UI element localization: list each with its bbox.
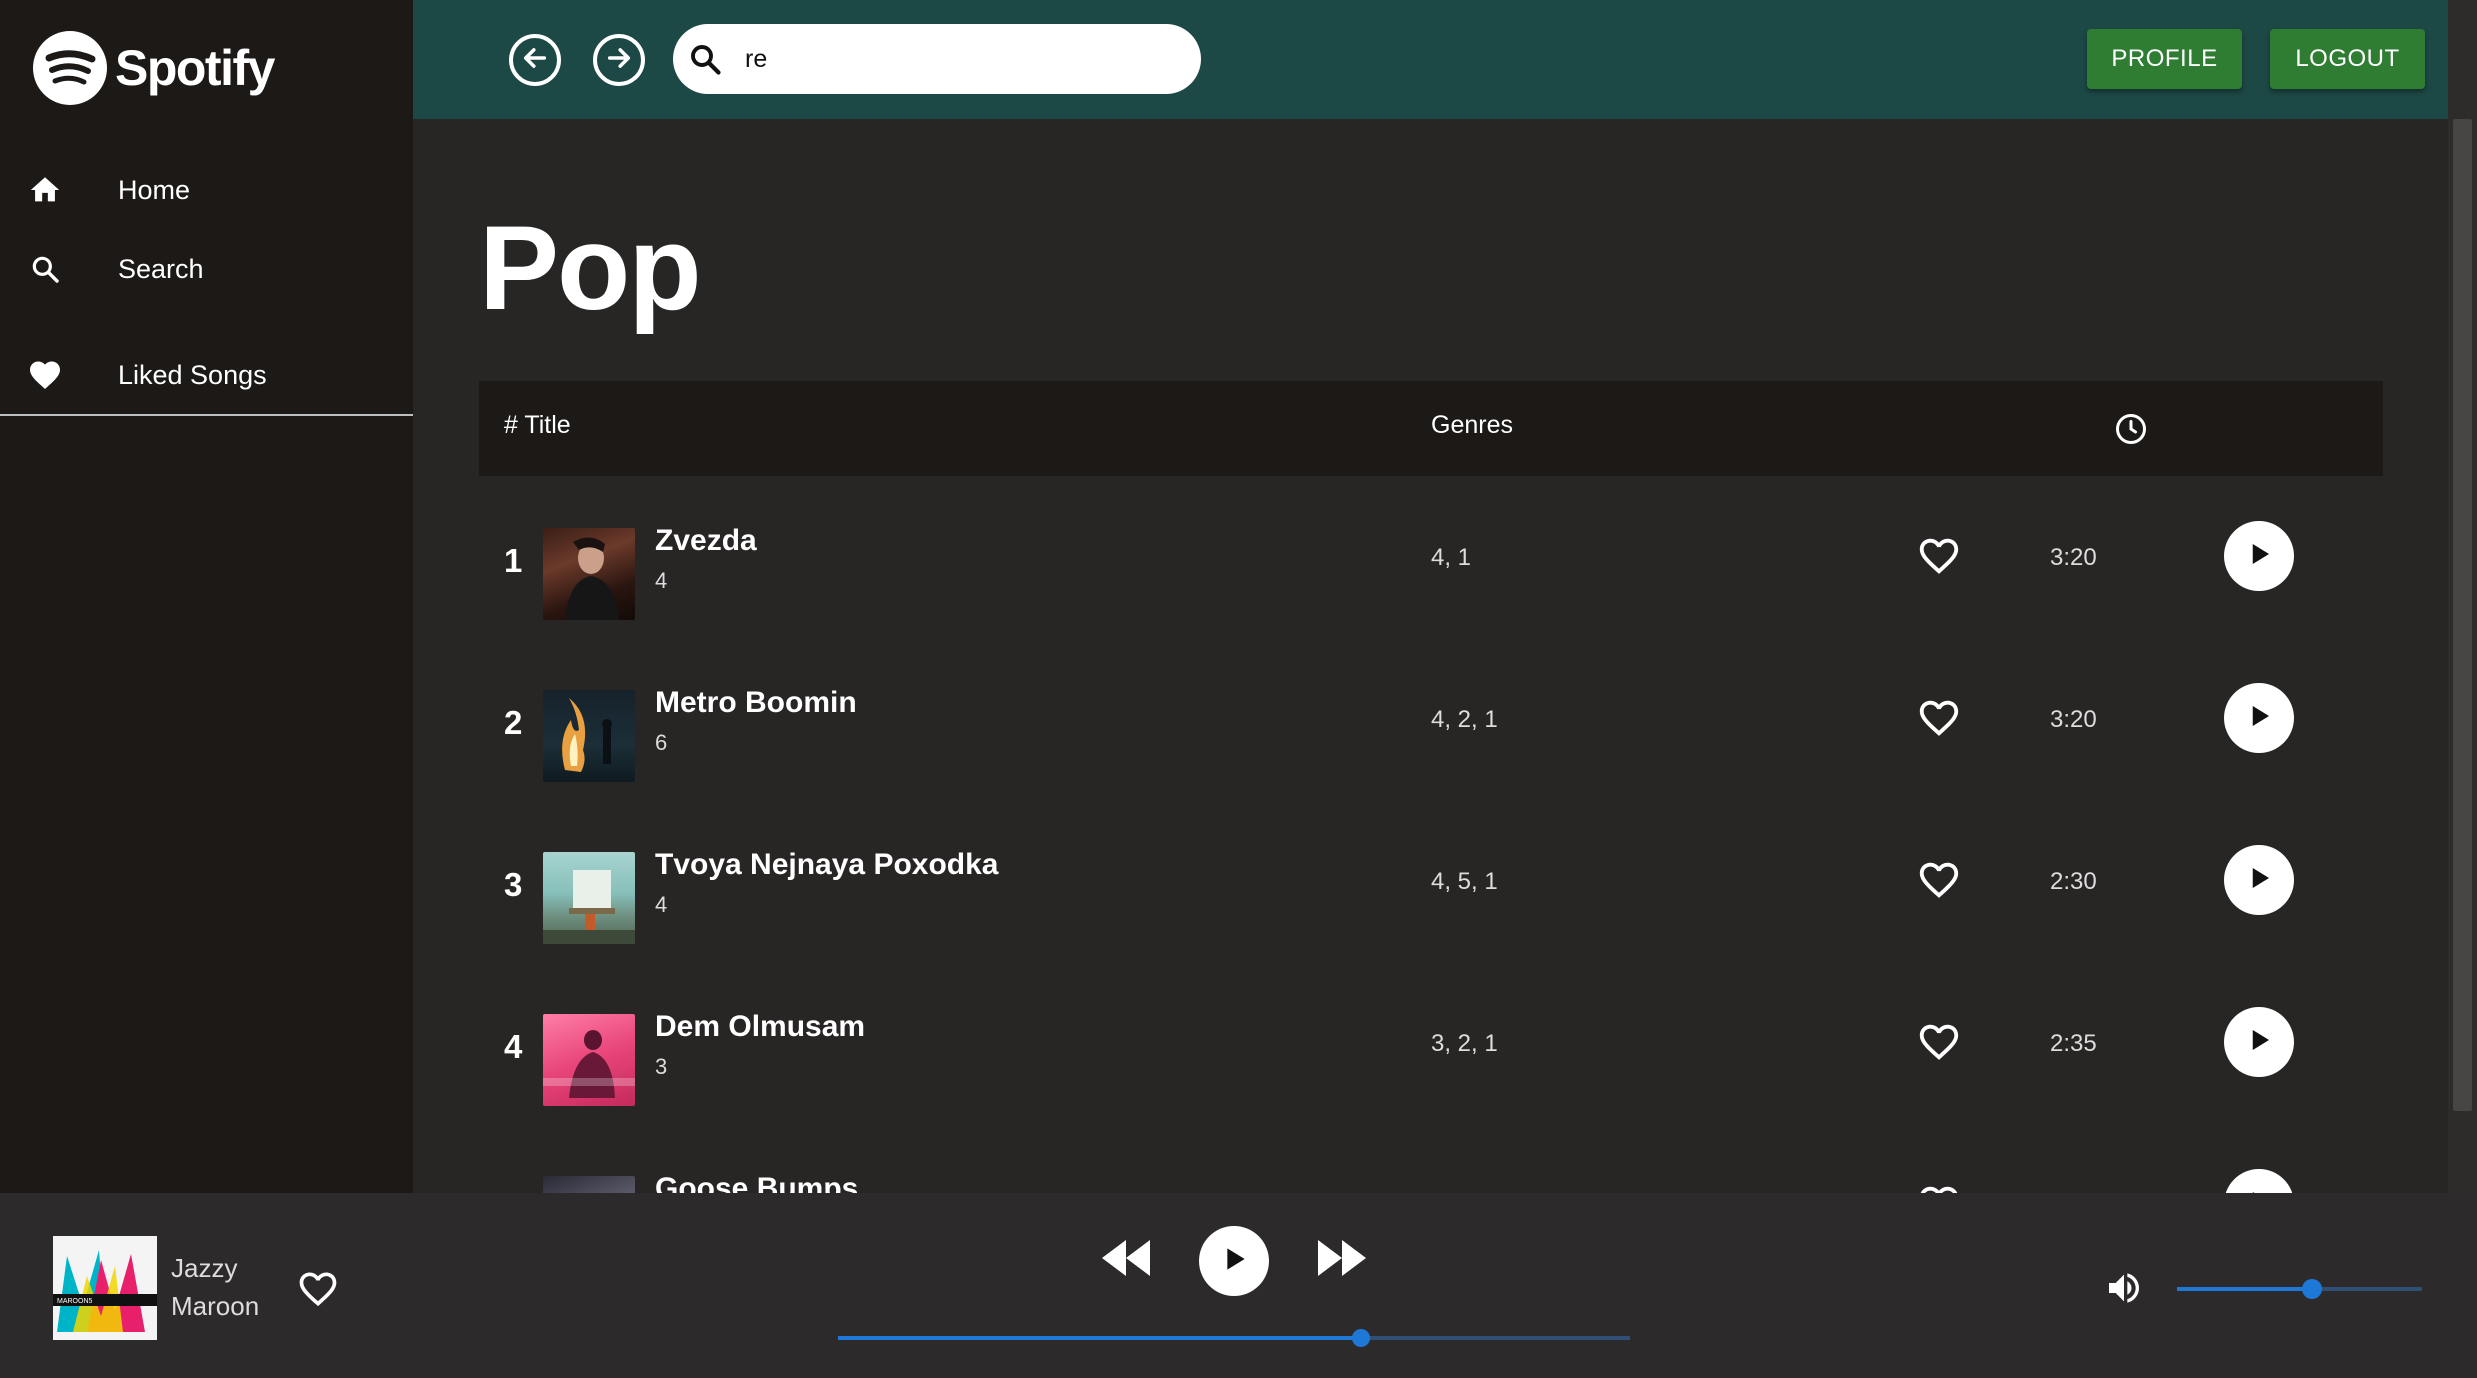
play-icon [2244, 1025, 2274, 1060]
page-title: Pop [479, 201, 702, 335]
clock-icon [2113, 411, 2149, 452]
forward-button[interactable] [593, 34, 645, 86]
column-title-header: # Title [504, 411, 571, 439]
track-artist[interactable]: 4 [655, 568, 667, 594]
search-bar[interactable] [673, 24, 1201, 94]
seek-handle[interactable] [1351, 1329, 1370, 1347]
spotify-logo-icon [33, 31, 107, 105]
play-icon [2244, 863, 2274, 898]
search-icon [687, 41, 723, 82]
track-duration: 2:30 [2050, 868, 2097, 895]
track-number: 3 [504, 866, 523, 903]
track-cover [543, 528, 635, 620]
sidebar-item-search[interactable]: Search [0, 234, 413, 304]
track-title[interactable]: Metro Boomin [655, 686, 857, 720]
sidebar: Spotify Home Search Liked Songs [0, 0, 413, 1193]
track-number: 2 [504, 704, 523, 741]
track-title[interactable]: Tvoya Nejnaya Poxodka [655, 848, 998, 882]
volume-handle[interactable] [2301, 1279, 2322, 1299]
play-button[interactable] [2224, 1169, 2294, 1193]
track-row[interactable]: 2 Metro Boomin 6 4, 2, 1 3:20 [479, 638, 2383, 798]
fast-forward-button[interactable] [1314, 1236, 1370, 1285]
heart-outline-icon[interactable] [1916, 857, 1962, 903]
svg-text:MAROON5: MAROON5 [57, 1298, 93, 1305]
sidebar-item-label: Search [118, 253, 204, 284]
top-bar: PROFILE LOGOUT [413, 0, 2448, 119]
sidebar-item-label: Liked Songs [118, 359, 267, 390]
track-cover [543, 1014, 635, 1106]
heart-outline-icon[interactable] [1916, 533, 1962, 579]
brand-name: Spotify [115, 40, 275, 96]
spotify-logo[interactable]: Spotify [33, 28, 275, 108]
volume-slider-level [2177, 1287, 2312, 1291]
play-icon [2244, 701, 2274, 736]
seek-bar-progress [838, 1336, 1361, 1340]
arrow-left-icon [521, 44, 549, 77]
volume-icon[interactable] [2104, 1268, 2144, 1313]
track-row[interactable]: 1 Zvezda 4 4, 1 3:20 [479, 476, 2383, 636]
now-playing-cover: MAROON5 [53, 1236, 157, 1340]
profile-button[interactable]: PROFILE [2087, 29, 2242, 89]
play-button[interactable] [2224, 1007, 2294, 1077]
track-table-header: # Title Genres [479, 381, 2383, 476]
scrollbar-thumb[interactable] [2453, 119, 2472, 1111]
track-title[interactable]: Dem Olmusam [655, 1010, 865, 1044]
play-button[interactable] [2224, 845, 2294, 915]
column-genres-header: Genres [1431, 411, 1513, 439]
search-icon [27, 251, 63, 287]
heart-outline-icon[interactable] [1916, 1181, 1962, 1193]
track-duration: 3:20 [2050, 544, 2097, 571]
play-button[interactable] [2224, 521, 2294, 591]
heart-outline-icon[interactable] [1916, 695, 1962, 741]
track-genres: 4, 5, 1 [1431, 868, 1498, 895]
arrow-right-icon [605, 44, 633, 77]
track-duration: 2:35 [2050, 1030, 2097, 1057]
track-title[interactable]: Goose Bumps [655, 1172, 858, 1193]
main-content: Pop # Title Genres 1 Zvezda 4 4, 1 3:20 … [413, 119, 2448, 1193]
now-playing-artist[interactable]: Maroon [171, 1291, 259, 1322]
search-input[interactable] [745, 34, 1175, 84]
track-artist[interactable]: 6 [655, 730, 667, 756]
track-cover [543, 690, 635, 782]
heart-outline-icon[interactable] [1916, 1019, 1962, 1065]
track-row[interactable]: 4 Dem Olmusam 3 3, 2, 1 2:35 [479, 962, 2383, 1122]
logout-button[interactable]: LOGOUT [2270, 29, 2425, 89]
track-genres: 4, 2, 1 [1431, 706, 1498, 733]
track-number: 1 [504, 542, 523, 579]
main-play-button[interactable] [1199, 1226, 1269, 1296]
sidebar-item-label: Home [118, 174, 191, 205]
track-genres: 3, 2, 1 [1431, 1030, 1498, 1057]
play-button[interactable] [2224, 683, 2294, 753]
track-duration: 3:20 [2050, 706, 2097, 733]
sidebar-item-home[interactable]: Home [0, 155, 413, 225]
heart-outline-icon[interactable] [296, 1267, 340, 1311]
play-icon [1218, 1243, 1250, 1280]
track-title[interactable]: Zvezda [655, 524, 757, 558]
fast-forward-icon [1314, 1240, 1370, 1284]
sidebar-item-liked-songs[interactable]: Liked Songs [0, 340, 413, 410]
track-row[interactable]: 5 Goose Bumps [479, 1124, 2383, 1193]
home-icon [27, 172, 63, 208]
rewind-button[interactable] [1098, 1236, 1154, 1285]
back-button[interactable] [509, 34, 561, 86]
heart-icon [27, 357, 63, 393]
play-icon [2244, 539, 2274, 574]
track-row[interactable]: 3 Tvoya Nejnaya Poxodka 4 4, 5, 1 2:30 [479, 800, 2383, 960]
track-genres: 4, 1 [1431, 544, 1472, 571]
track-cover [543, 1176, 635, 1193]
track-artist[interactable]: 3 [655, 1054, 667, 1080]
sidebar-divider [0, 414, 413, 416]
track-artist[interactable]: 4 [655, 892, 667, 918]
rewind-icon [1098, 1240, 1154, 1284]
now-playing-title[interactable]: Jazzy [171, 1253, 237, 1284]
track-cover [543, 852, 635, 944]
track-number: 4 [504, 1028, 523, 1065]
